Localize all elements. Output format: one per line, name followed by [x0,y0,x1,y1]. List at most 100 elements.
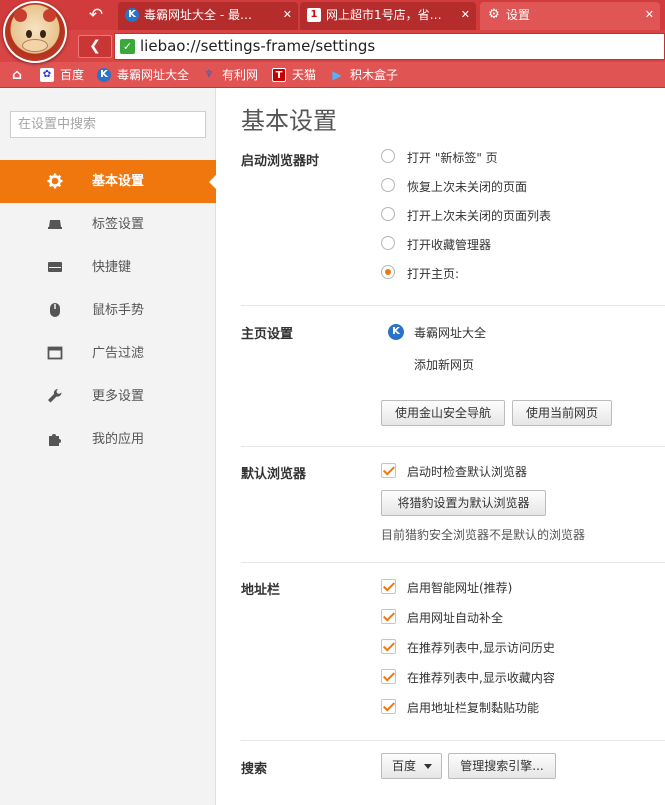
sidebar-item-label: 鼠标手势 [92,303,145,318]
address-bar[interactable]: ✓ liebao://settings-frame/settings [114,33,665,60]
option-label: 打开上次未关闭的页面列表 [407,209,552,223]
tab-settings[interactable]: ⚙ 设置 ✕ [480,2,660,30]
option-label: 在推荐列表中,显示收藏内容 [407,671,555,685]
radio-startup-page-list[interactable] [381,207,395,221]
k-icon: K [388,324,404,340]
logo-eye [26,30,32,38]
close-icon[interactable]: ✕ [461,2,470,28]
section-label-search: 搜索 [241,762,268,777]
sidebar-item-ad-filter[interactable]: 广告过滤 [0,332,216,375]
tab-title: 网上超市1号店，省力... [326,8,444,22]
sidebar-item-basic-settings[interactable]: 基本设置 [0,160,217,203]
checkbox-smart-url[interactable] [381,579,396,594]
back-button[interactable]: ❮ [78,35,112,58]
section-divider [241,305,665,306]
liebao-logo[interactable] [3,1,67,63]
homepage-entry[interactable]: 毒霸网址大全 [414,324,486,341]
radio-startup-homepage[interactable] [381,265,395,279]
option-label: 在推荐列表中,显示访问历史 [407,641,555,655]
checkbox-check-default[interactable] [381,463,396,478]
bookmark-label: 天猫 [292,68,317,82]
bookmark-baidu[interactable]: ✿ 百度 [40,65,84,85]
yhd-icon: 1 [307,8,321,22]
baidu-paw-icon: ✿ [40,68,54,82]
bookmark-youli[interactable]: ♆ 有利网 [202,65,259,85]
section-label-homepage: 主页设置 [241,327,294,342]
settings-main: 基本设置 启动浏览器时 打开 "新标签" 页 恢复上次未关闭的页面 打开上次未关… [217,88,665,805]
search-engine-select[interactable]: 百度 [381,753,442,779]
bookmark-jimu[interactable]: ▶ 积木盒子 [330,65,398,85]
section-label-default-browser: 默认浏览器 [241,467,307,482]
logo-ear [14,9,27,22]
sidebar-item-my-apps[interactable]: 我的应用 [0,418,216,461]
address-row: ❮ ✓ liebao://settings-frame/settings [0,30,665,62]
sidebar-item-label: 基本设置 [92,174,145,189]
sidebar-item-label: 标签设置 [92,217,145,232]
puzzle-icon [49,434,61,446]
bookmark-label: 积木盒子 [350,68,399,82]
option-label: 打开收藏管理器 [407,238,492,252]
youli-icon: ♆ [204,69,214,80]
use-current-page-button[interactable]: 使用当前网页 [512,400,612,426]
undo-close-tab-icon[interactable]: ↶ [78,3,114,27]
option-label: 打开主页: [407,267,460,281]
close-icon[interactable]: ✕ [283,2,292,28]
sidebar-item-more-settings[interactable]: 更多设置 [0,375,216,418]
sidebar-item-tab-settings[interactable]: 标签设置 [0,203,216,246]
logo-nose [22,39,48,52]
gear-icon [47,173,63,189]
close-icon[interactable]: ✕ [645,2,654,28]
section-divider [241,740,665,741]
settings-sidebar: 基本设置 标签设置 快捷键 鼠标手势 广告过滤 更多设置 我的应 [0,88,217,805]
sidebar-item-mouse-gestures[interactable]: 鼠标手势 [0,289,216,332]
tab-yhd[interactable]: 1 网上超市1号店，省力... ✕ [300,2,476,30]
checkbox-show-bookmarks[interactable] [381,669,396,684]
logo-eye [40,30,46,38]
option-label: 启动时检查默认浏览器 [407,465,528,479]
default-browser-status: 目前猎豹安全浏览器不是默认的浏览器 [381,528,586,542]
bookmark-home[interactable]: ⌂ [10,65,24,85]
use-safe-nav-button[interactable]: 使用金山安全导航 [381,400,505,426]
section-divider [241,446,665,447]
tab-title: 毒霸网址大全 - 最安... [144,8,262,22]
settings-search-input[interactable] [10,111,206,138]
option-label: 启用智能网址(推荐) [407,581,513,595]
page-title: 基本设置 [241,107,337,135]
tab-title: 设置 [506,8,531,22]
radio-startup-bookmarks[interactable] [381,236,395,250]
set-default-browser-button[interactable]: 将猎豹设置为默认浏览器 [381,490,546,516]
section-label-startup: 启动浏览器时 [241,154,320,169]
manage-search-engines-button[interactable]: 管理搜索引擎... [448,753,556,779]
mouse-icon [50,303,60,317]
option-label: 启用地址栏复制黏贴功能 [407,701,540,715]
bookmark-duba[interactable]: K 毒霸网址大全 [97,65,189,85]
option-label: 恢复上次未关闭的页面 [407,180,528,194]
section-divider [241,562,665,563]
bookmarks-bar: ⌂ ✿ 百度 K 毒霸网址大全 ♆ 有利网 T 天猫 ▶ 积木盒子 [0,62,665,88]
sidebar-item-shortcuts[interactable]: 快捷键 [0,246,216,289]
bookmark-label: 百度 [60,68,85,82]
secure-check-icon: ✓ [120,39,135,54]
k-icon: K [125,8,139,22]
checkbox-show-history[interactable] [381,639,396,654]
radio-startup-restore[interactable] [381,178,395,192]
url-text[interactable]: liebao://settings-frame/settings [140,37,375,55]
tab-duba-nav[interactable]: K 毒霸网址大全 - 最安... ✕ [118,2,298,30]
option-label: 打开 "新标签" 页 [407,151,498,165]
sidebar-item-label: 广告过滤 [92,346,145,361]
play-icon: ▶ [332,68,342,82]
window-icon [47,346,63,360]
logo-ear [43,9,56,22]
bookmark-tmall[interactable]: T 天猫 [272,65,316,85]
add-homepage-link[interactable]: 添加新网页 [414,356,474,373]
tab-icon [48,220,62,229]
checkbox-copy-paste[interactable] [381,699,396,714]
wrench-icon [48,388,62,403]
gear-icon: ⚙ [488,7,500,22]
sidebar-item-label: 快捷键 [92,260,132,275]
chevron-down-icon [424,764,433,769]
radio-startup-new-tab[interactable] [381,149,395,163]
section-label-address-bar: 地址栏 [241,583,281,598]
checkbox-url-autocomplete[interactable] [381,609,396,624]
search-engine-value: 百度 [392,759,417,773]
